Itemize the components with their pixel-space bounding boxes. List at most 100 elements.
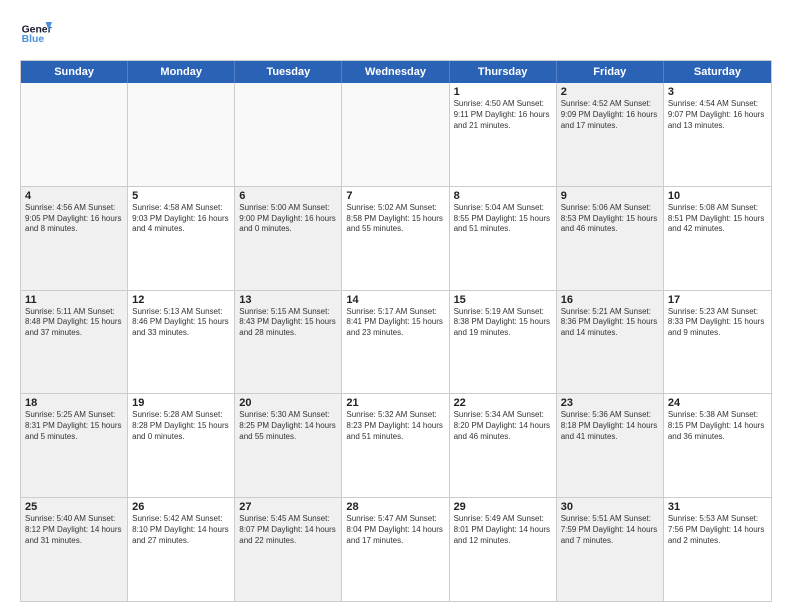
- day-number: 15: [454, 294, 552, 306]
- calendar-cell: 7Sunrise: 5:02 AM Sunset: 8:58 PM Daylig…: [342, 187, 449, 290]
- cell-info: Sunrise: 5:40 AM Sunset: 8:12 PM Dayligh…: [25, 514, 123, 546]
- cell-info: Sunrise: 5:38 AM Sunset: 8:15 PM Dayligh…: [668, 410, 767, 442]
- cell-info: Sunrise: 5:51 AM Sunset: 7:59 PM Dayligh…: [561, 514, 659, 546]
- cell-info: Sunrise: 5:45 AM Sunset: 8:07 PM Dayligh…: [239, 514, 337, 546]
- cell-info: Sunrise: 5:15 AM Sunset: 8:43 PM Dayligh…: [239, 307, 337, 339]
- cell-info: Sunrise: 5:42 AM Sunset: 8:10 PM Dayligh…: [132, 514, 230, 546]
- calendar-cell: [235, 83, 342, 186]
- day-number: 14: [346, 294, 444, 306]
- cell-info: Sunrise: 5:06 AM Sunset: 8:53 PM Dayligh…: [561, 203, 659, 235]
- day-number: 29: [454, 501, 552, 513]
- cell-info: Sunrise: 4:52 AM Sunset: 9:09 PM Dayligh…: [561, 99, 659, 131]
- cell-info: Sunrise: 5:08 AM Sunset: 8:51 PM Dayligh…: [668, 203, 767, 235]
- cell-info: Sunrise: 5:13 AM Sunset: 8:46 PM Dayligh…: [132, 307, 230, 339]
- calendar-cell: 1Sunrise: 4:50 AM Sunset: 9:11 PM Daylig…: [450, 83, 557, 186]
- day-number: 3: [668, 86, 767, 98]
- day-number: 8: [454, 190, 552, 202]
- logo-icon: GeneralBlue: [20, 18, 52, 50]
- header-cell-wednesday: Wednesday: [342, 61, 449, 83]
- calendar-cell: 21Sunrise: 5:32 AM Sunset: 8:23 PM Dayli…: [342, 394, 449, 497]
- calendar-cell: 3Sunrise: 4:54 AM Sunset: 9:07 PM Daylig…: [664, 83, 771, 186]
- day-number: 13: [239, 294, 337, 306]
- day-number: 19: [132, 397, 230, 409]
- cell-info: Sunrise: 4:54 AM Sunset: 9:07 PM Dayligh…: [668, 99, 767, 131]
- calendar-cell: 12Sunrise: 5:13 AM Sunset: 8:46 PM Dayli…: [128, 291, 235, 394]
- cell-info: Sunrise: 5:21 AM Sunset: 8:36 PM Dayligh…: [561, 307, 659, 339]
- day-number: 9: [561, 190, 659, 202]
- header-cell-sunday: Sunday: [21, 61, 128, 83]
- cell-info: Sunrise: 5:11 AM Sunset: 8:48 PM Dayligh…: [25, 307, 123, 339]
- cell-info: Sunrise: 4:58 AM Sunset: 9:03 PM Dayligh…: [132, 203, 230, 235]
- header-cell-monday: Monday: [128, 61, 235, 83]
- day-number: 31: [668, 501, 767, 513]
- calendar-cell: 4Sunrise: 4:56 AM Sunset: 9:05 PM Daylig…: [21, 187, 128, 290]
- calendar-cell: 13Sunrise: 5:15 AM Sunset: 8:43 PM Dayli…: [235, 291, 342, 394]
- cell-info: Sunrise: 4:50 AM Sunset: 9:11 PM Dayligh…: [454, 99, 552, 131]
- day-number: 2: [561, 86, 659, 98]
- calendar-cell: 18Sunrise: 5:25 AM Sunset: 8:31 PM Dayli…: [21, 394, 128, 497]
- day-number: 28: [346, 501, 444, 513]
- header-cell-saturday: Saturday: [664, 61, 771, 83]
- calendar-row: 11Sunrise: 5:11 AM Sunset: 8:48 PM Dayli…: [21, 291, 771, 395]
- cell-info: Sunrise: 5:23 AM Sunset: 8:33 PM Dayligh…: [668, 307, 767, 339]
- day-number: 26: [132, 501, 230, 513]
- calendar-row: 18Sunrise: 5:25 AM Sunset: 8:31 PM Dayli…: [21, 394, 771, 498]
- calendar-cell: 20Sunrise: 5:30 AM Sunset: 8:25 PM Dayli…: [235, 394, 342, 497]
- day-number: 4: [25, 190, 123, 202]
- day-number: 17: [668, 294, 767, 306]
- cell-info: Sunrise: 5:04 AM Sunset: 8:55 PM Dayligh…: [454, 203, 552, 235]
- day-number: 24: [668, 397, 767, 409]
- day-number: 27: [239, 501, 337, 513]
- logo: GeneralBlue: [20, 18, 52, 50]
- calendar-cell: 8Sunrise: 5:04 AM Sunset: 8:55 PM Daylig…: [450, 187, 557, 290]
- svg-text:Blue: Blue: [22, 34, 45, 45]
- cell-info: Sunrise: 5:28 AM Sunset: 8:28 PM Dayligh…: [132, 410, 230, 442]
- cell-info: Sunrise: 5:32 AM Sunset: 8:23 PM Dayligh…: [346, 410, 444, 442]
- header-cell-thursday: Thursday: [450, 61, 557, 83]
- calendar-cell: 28Sunrise: 5:47 AM Sunset: 8:04 PM Dayli…: [342, 498, 449, 601]
- day-number: 12: [132, 294, 230, 306]
- day-number: 30: [561, 501, 659, 513]
- cell-info: Sunrise: 5:36 AM Sunset: 8:18 PM Dayligh…: [561, 410, 659, 442]
- calendar-cell: 19Sunrise: 5:28 AM Sunset: 8:28 PM Dayli…: [128, 394, 235, 497]
- calendar-cell: 9Sunrise: 5:06 AM Sunset: 8:53 PM Daylig…: [557, 187, 664, 290]
- calendar-cell: 5Sunrise: 4:58 AM Sunset: 9:03 PM Daylig…: [128, 187, 235, 290]
- calendar-cell: [128, 83, 235, 186]
- day-number: 16: [561, 294, 659, 306]
- calendar-cell: 17Sunrise: 5:23 AM Sunset: 8:33 PM Dayli…: [664, 291, 771, 394]
- header-cell-tuesday: Tuesday: [235, 61, 342, 83]
- day-number: 22: [454, 397, 552, 409]
- day-number: 11: [25, 294, 123, 306]
- cell-info: Sunrise: 5:53 AM Sunset: 7:56 PM Dayligh…: [668, 514, 767, 546]
- calendar-row: 4Sunrise: 4:56 AM Sunset: 9:05 PM Daylig…: [21, 187, 771, 291]
- cell-info: Sunrise: 5:30 AM Sunset: 8:25 PM Dayligh…: [239, 410, 337, 442]
- calendar-cell: 24Sunrise: 5:38 AM Sunset: 8:15 PM Dayli…: [664, 394, 771, 497]
- calendar-body: 1Sunrise: 4:50 AM Sunset: 9:11 PM Daylig…: [21, 83, 771, 601]
- day-number: 1: [454, 86, 552, 98]
- day-number: 5: [132, 190, 230, 202]
- calendar-cell: 22Sunrise: 5:34 AM Sunset: 8:20 PM Dayli…: [450, 394, 557, 497]
- day-number: 20: [239, 397, 337, 409]
- cell-info: Sunrise: 5:19 AM Sunset: 8:38 PM Dayligh…: [454, 307, 552, 339]
- day-number: 6: [239, 190, 337, 202]
- cell-info: Sunrise: 5:34 AM Sunset: 8:20 PM Dayligh…: [454, 410, 552, 442]
- cell-info: Sunrise: 5:00 AM Sunset: 9:00 PM Dayligh…: [239, 203, 337, 235]
- calendar: SundayMondayTuesdayWednesdayThursdayFrid…: [20, 60, 772, 602]
- cell-info: Sunrise: 5:17 AM Sunset: 8:41 PM Dayligh…: [346, 307, 444, 339]
- calendar-row: 1Sunrise: 4:50 AM Sunset: 9:11 PM Daylig…: [21, 83, 771, 187]
- calendar-cell: 16Sunrise: 5:21 AM Sunset: 8:36 PM Dayli…: [557, 291, 664, 394]
- calendar-cell: 25Sunrise: 5:40 AM Sunset: 8:12 PM Dayli…: [21, 498, 128, 601]
- calendar-cell: 26Sunrise: 5:42 AM Sunset: 8:10 PM Dayli…: [128, 498, 235, 601]
- calendar-cell: [21, 83, 128, 186]
- cell-info: Sunrise: 5:47 AM Sunset: 8:04 PM Dayligh…: [346, 514, 444, 546]
- day-number: 10: [668, 190, 767, 202]
- day-number: 7: [346, 190, 444, 202]
- calendar-cell: 27Sunrise: 5:45 AM Sunset: 8:07 PM Dayli…: [235, 498, 342, 601]
- day-number: 21: [346, 397, 444, 409]
- cell-info: Sunrise: 5:49 AM Sunset: 8:01 PM Dayligh…: [454, 514, 552, 546]
- cell-info: Sunrise: 4:56 AM Sunset: 9:05 PM Dayligh…: [25, 203, 123, 235]
- day-number: 18: [25, 397, 123, 409]
- calendar-cell: 15Sunrise: 5:19 AM Sunset: 8:38 PM Dayli…: [450, 291, 557, 394]
- day-number: 25: [25, 501, 123, 513]
- cell-info: Sunrise: 5:25 AM Sunset: 8:31 PM Dayligh…: [25, 410, 123, 442]
